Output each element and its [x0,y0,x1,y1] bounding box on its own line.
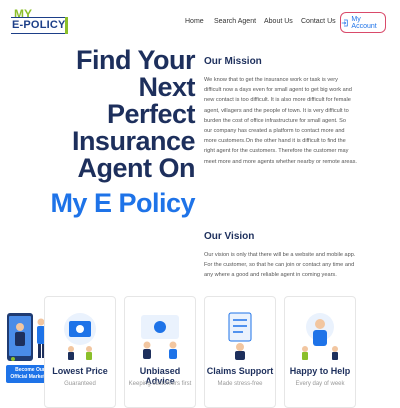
feature-subtitle: Every day of week [295,381,345,387]
mission-line: agent, villagers and the people of town.… [204,107,349,114]
hero-title-line: Find Your Next [76,45,196,102]
nav-link-search-agent[interactable]: Search Agent [214,18,256,25]
feature-title: Happy to Help [289,366,351,376]
hero-title-line: Insurance [71,126,196,156]
advice-illustration [141,315,179,359]
feature-title: Claims Support [206,366,274,376]
feature-card-lowest-price: Lowest Price Guaranteed [44,296,116,408]
nav-link-home[interactable]: Home [185,18,204,25]
feature-subtitle: Keeping customers first [128,381,192,387]
feature-title: Lowest Price [52,366,108,376]
my-account-label: My Account [351,15,377,30]
hero-title-line: Perfect [106,99,196,129]
price-tag-illustration [64,313,96,360]
mission-line: We know that to get the insurance work o… [204,77,338,83]
logo-accent-bar [65,17,68,34]
vision-heading: Our Vision [204,231,255,242]
nav-link-contact-us[interactable]: Contact Us [301,18,336,25]
vision-line: For the customer, so that he can join or… [204,262,355,269]
feature-card-happy-to-help: Happy to Help Every day of week [284,296,356,408]
vision-line: Our vision is only that there will be a … [204,252,356,258]
help-illustration [302,313,338,360]
feature-subtitle: Made stress-free [217,381,263,387]
logo-divider [11,17,65,18]
feature-card-claims-support: Claims Support Made stress-free [204,296,276,408]
site-logo[interactable]: MY E-POLICY [10,7,70,39]
mission-line: our company has created a platform to co… [204,128,345,135]
hero-title-accent: My E Policy [50,188,195,218]
navbar: MY E-POLICY Home Search Agent About Us C… [0,0,400,46]
mission-line: difficult now a days even for small agen… [204,87,352,94]
hero-title-line: Agent On [77,153,196,183]
logo-divider [11,33,65,34]
mission-line: burden the cost of office infrastructure… [204,117,346,124]
vision-line: any where a good and reliable agent in c… [204,272,337,279]
claims-illustration [228,312,252,360]
nav-link-about-us[interactable]: About Us [264,18,293,25]
login-icon [341,19,348,26]
logo-bottom-text: E-POLICY [12,19,66,31]
vision-text: Our vision is only that there will be a … [204,250,358,281]
mission-line: more customers.On the other hand it is d… [204,138,346,145]
mission-line: new contact is too difficult. It is also… [204,97,351,104]
mission-text: We know that to get the insurance work o… [204,75,358,167]
feature-card-unbiased-advice: Unbiased Advice Keeping customers first [124,296,196,408]
mission-line: right agent for the customers. Therefore… [204,148,349,155]
mission-heading: Our Mission [204,56,262,67]
hero-title: Find Your Next Perfect Insurance Agent O… [25,47,195,217]
my-account-button[interactable]: My Account [340,12,386,33]
mission-line: meet more and more agents whether nearby… [204,158,357,165]
feature-subtitle: Guaranteed [64,381,96,387]
